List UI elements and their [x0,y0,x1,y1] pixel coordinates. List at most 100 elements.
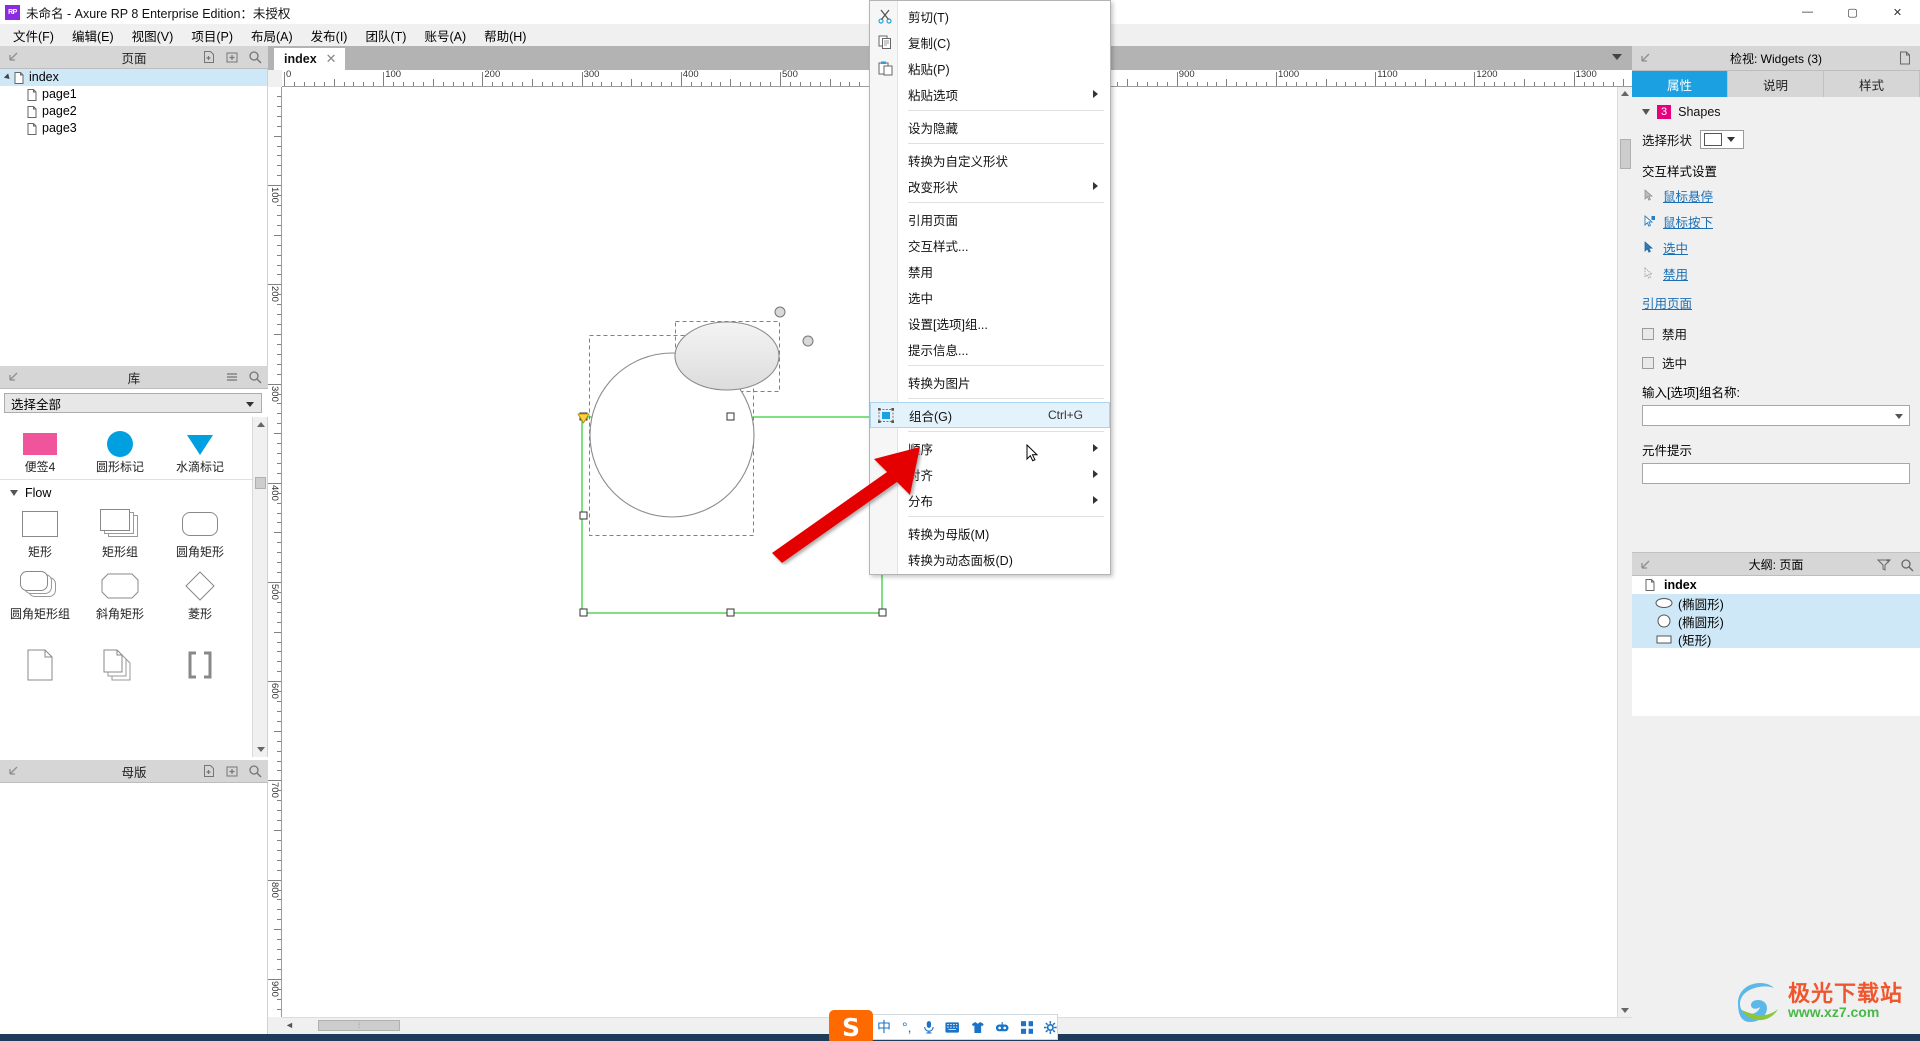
library-select-dropdown[interactable]: 选择全部 [4,393,262,413]
menu-help[interactable]: 帮助(H) [475,23,535,48]
outline-row-rect[interactable]: (矩形) [1632,630,1920,648]
canvas-vertical-scrollbar[interactable] [1617,87,1632,1017]
group-name-combo[interactable] [1642,405,1910,426]
library-item-page[interactable] [0,626,80,688]
interaction-link-selected[interactable]: 选中 [1642,238,1910,257]
library-item-diamond[interactable]: 菱形 [160,564,240,626]
context-menu-item[interactable]: 转换为母版(M) [870,520,1110,546]
page-tree-item-index[interactable]: index [0,69,267,86]
close-icon[interactable]: ✕ [326,51,337,67]
interaction-link-hover[interactable]: 鼠标悬停 [1642,186,1910,205]
context-menu-item[interactable]: 选中 [870,284,1110,310]
add-page-icon[interactable] [202,50,216,64]
close-button[interactable]: ✕ [1875,0,1920,24]
library-item-note4[interactable]: 便签4 [0,417,80,479]
minimize-button[interactable]: — [1785,0,1830,24]
context-menu-item[interactable]: 粘贴(P) [870,55,1110,81]
filter-icon[interactable] [1877,558,1891,572]
collapse-arrow-icon[interactable] [1639,52,1651,64]
context-menu[interactable]: 剪切(T) 复制(C) 粘贴(P) 粘贴选项 设为隐藏 转换为自定义形状 改变形状 引用页面交… [869,0,1111,575]
keyboard-icon[interactable] [945,1021,960,1034]
context-menu-item[interactable]: 设置[选项]组... [870,310,1110,336]
library-item-drop-marker[interactable]: 水滴标记 [160,417,240,479]
context-menu-item[interactable]: 改变形状 [870,173,1110,199]
library-item-rect-group[interactable]: 矩形组 [80,502,160,564]
context-menu-item[interactable]: 粘贴选项 [870,81,1110,107]
outline-row-ellipse-2[interactable]: (椭圆形) [1632,612,1920,630]
context-menu-item[interactable]: 转换为图片 [870,369,1110,395]
search-masters-icon[interactable] [248,764,262,778]
library-item-page-group[interactable] [80,626,160,688]
tab-style[interactable]: 样式 [1824,71,1920,97]
expand-triangle-icon[interactable] [3,72,12,81]
document-icon[interactable] [1898,51,1912,65]
scroll-down-icon[interactable] [253,742,267,757]
library-scrollbar[interactable] [252,417,267,757]
context-menu-item[interactable]: 剪切(T) [870,3,1110,29]
library-item-brackets[interactable] [160,626,240,688]
interaction-link-label[interactable]: 选中 [1663,238,1688,257]
menu-edit[interactable]: 编辑(E) [63,23,123,48]
menu-layout[interactable]: 布局(A) [242,23,302,48]
context-menu-item[interactable]: 转换为自定义形状 [870,147,1110,173]
ime-toolbar[interactable]: S 中 °, [829,1010,1058,1041]
menu-publish[interactable]: 发布(I) [302,23,357,48]
tab-properties[interactable]: 属性 [1632,71,1728,97]
search-outline-icon[interactable] [1900,558,1914,572]
context-menu-item[interactable]: 对齐 [870,461,1110,487]
context-menu-item[interactable]: 复制(C) [870,29,1110,55]
scroll-left-icon[interactable]: ◄ [285,1020,294,1030]
sogou-logo-icon[interactable]: S [829,1010,873,1041]
outline-row-index[interactable]: index [1632,576,1920,594]
context-menu-item[interactable]: 组合(G) Ctrl+G [870,402,1110,428]
apps-icon[interactable] [1020,1020,1034,1035]
interaction-link-label[interactable]: 鼠标悬停 [1663,186,1713,205]
context-menu-item[interactable]: 提示信息... [870,336,1110,362]
library-item-octagon[interactable]: 斜角矩形 [80,564,160,626]
add-master-folder-icon[interactable] [225,764,239,778]
master-list[interactable] [0,783,268,1041]
scroll-up-icon[interactable] [253,417,267,432]
tab-index[interactable]: index ✕ [274,48,345,70]
menu-team[interactable]: 团队(T) [356,23,415,48]
add-master-icon[interactable] [202,764,216,778]
shape-picker-dropdown[interactable] [1700,130,1745,149]
interaction-link-mousedown[interactable]: 鼠标按下 [1642,212,1910,231]
page-tree-item-page2[interactable]: page2 [0,103,267,120]
context-menu-item[interactable]: 禁用 [870,258,1110,284]
shirt-icon[interactable] [971,1020,985,1035]
collapse-arrow-icon[interactable] [1639,559,1651,571]
menu-file[interactable]: 文件(F) [4,23,63,48]
maximize-button[interactable]: ▢ [1830,0,1875,24]
menu-project[interactable]: 项目(P) [182,23,242,48]
interaction-link-label[interactable]: 鼠标按下 [1663,212,1713,231]
outline-row-ellipse-1[interactable]: (椭圆形) [1632,594,1920,612]
tooltip-input[interactable] [1642,463,1910,484]
library-scrollbar-thumb[interactable] [255,477,266,489]
hamburger-menu-icon[interactable] [225,370,239,384]
library-item-round-rect-group[interactable]: 圆角矩形组 [0,564,80,626]
context-menu-item[interactable]: 设为隐藏 [870,114,1110,140]
menu-account[interactable]: 账号(A) [415,23,475,48]
collapse-arrow-icon[interactable] [7,371,19,383]
ime-punctuation[interactable]: °, [902,1019,912,1035]
context-menu-item[interactable]: 转换为动态面板(D) [870,546,1110,572]
mic-icon[interactable] [923,1019,935,1035]
tab-notes[interactable]: 说明 [1728,71,1824,97]
shapes-section-header[interactable]: 3 Shapes [1642,105,1910,119]
robot-icon[interactable] [995,1021,1009,1034]
search-pages-icon[interactable] [248,50,262,64]
checkbox-selected[interactable]: 选中 [1642,353,1910,372]
context-menu-item[interactable]: 顺序 [870,435,1110,461]
context-menu-item[interactable]: 分布 [870,487,1110,513]
menu-view[interactable]: 视图(V) [123,23,183,48]
checkbox-icon[interactable] [1642,327,1654,340]
canvas-vscroll-thumb[interactable] [1620,139,1631,169]
reference-page-row[interactable]: 引用页面 [1642,293,1910,312]
chevron-down-icon[interactable] [1612,54,1622,60]
library-items-scroll[interactable]: 便签4 圆形标记 水滴标记 Flow 矩形 矩形组 圆角矩形 圆角矩形组 斜角矩… [0,417,268,757]
add-folder-icon[interactable] [225,50,239,64]
reference-page-link[interactable]: 引用页面 [1642,297,1692,311]
context-menu-item[interactable]: 引用页面 [870,206,1110,232]
canvas-hscroll-thumb[interactable]: ⫶ [318,1020,400,1031]
